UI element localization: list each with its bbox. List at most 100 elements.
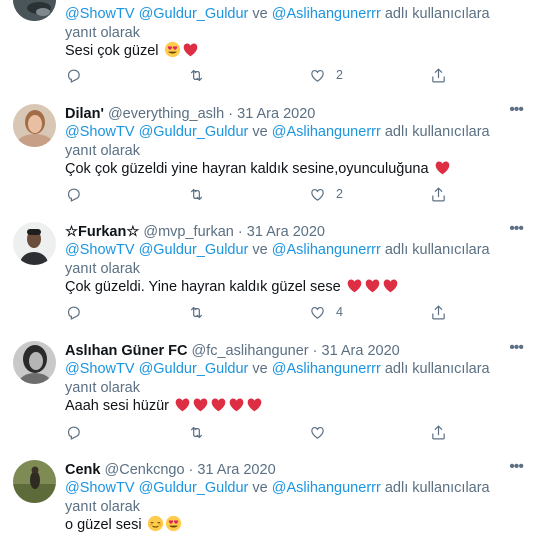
mention-link[interactable]: @Guldur_Guldur <box>139 6 249 22</box>
display-name[interactable]: Aslıhan Güner FC <box>65 343 187 359</box>
avatar[interactable] <box>13 460 56 503</box>
tweet-date[interactable]: 31 Ara 2020 <box>237 106 315 122</box>
tweet-text-content: Çok çok güzeldi yine hayran kaldık sesin… <box>65 161 429 177</box>
mention-link[interactable]: @Aslihangunerrr <box>272 242 381 258</box>
tweet-text: Aaah sesi hüzür <box>65 396 263 416</box>
mention-link[interactable]: @Guldur_Guldur <box>139 361 249 377</box>
tweet-text-content: Sesi çok güzel <box>65 43 159 59</box>
like-count: 2 <box>336 68 343 82</box>
separator-dot: · <box>312 343 318 359</box>
conjunction: ve <box>252 361 268 377</box>
share-button[interactable] <box>430 185 447 203</box>
retweet-icon <box>190 306 203 318</box>
more-options-icon[interactable]: ••• <box>509 101 524 119</box>
reply-button[interactable] <box>65 185 92 203</box>
user-handle[interactable]: @everything_aslh <box>108 106 224 122</box>
share-button[interactable] <box>430 303 447 321</box>
share-icon <box>432 305 445 319</box>
retweet-button[interactable] <box>188 66 215 84</box>
red-heart-emoji <box>434 159 451 176</box>
reply-icon <box>67 69 80 83</box>
mention-link[interactable]: @ShowTV <box>65 242 135 258</box>
like-button[interactable]: 2 <box>309 66 343 84</box>
like-icon <box>311 306 324 319</box>
tweet-actions: 2 <box>65 66 465 84</box>
reply-button[interactable] <box>65 303 92 321</box>
more-options-icon[interactable]: ••• <box>509 339 524 357</box>
like-icon <box>311 69 324 82</box>
tweet[interactable]: @ShowTV @Guldur_Guldur ve @Aslihangunerr… <box>0 0 537 94</box>
more-options-icon[interactable]: ••• <box>509 458 524 476</box>
reply-button[interactable] <box>65 66 92 84</box>
mention-link[interactable]: @Guldur_Guldur <box>139 242 249 258</box>
display-name[interactable]: Cenk <box>65 462 100 478</box>
tweet[interactable]: ☆Furkan☆ @mvp_furkan · 31 Ara 2020 ••• @… <box>0 211 537 331</box>
tweet-date[interactable]: 31 Ara 2020 <box>322 343 400 359</box>
mention-link[interactable]: @ShowTV <box>65 124 135 140</box>
tweet[interactable]: Aslıhan Güner FC @fc_aslihanguner · 31 A… <box>0 330 537 450</box>
avatar[interactable] <box>13 0 56 21</box>
share-button[interactable] <box>430 66 447 84</box>
red-heart-emoji <box>210 396 227 413</box>
conjunction: ve <box>252 6 268 22</box>
mention-link[interactable]: @Aslihangunerrr <box>272 124 381 140</box>
tweet-text: o güzel sesi <box>65 515 182 535</box>
mention-link[interactable]: @ShowTV <box>65 480 135 496</box>
heart-eyes-emoji <box>165 515 182 532</box>
conjunction: ve <box>252 124 268 140</box>
reply-context: @ShowTV @Guldur_Guldur ve @Aslihangunerr… <box>65 5 510 43</box>
user-handle[interactable]: @mvp_furkan <box>143 224 233 240</box>
like-icon <box>311 426 324 439</box>
red-heart-emoji <box>382 277 399 294</box>
reply-button[interactable] <box>65 423 92 441</box>
display-name[interactable]: ☆Furkan☆ <box>65 224 139 240</box>
tweet-date[interactable]: 31 Ara 2020 <box>197 462 275 478</box>
tweet[interactable]: Cenk @Cenkcngo · 31 Ara 2020 ••• @ShowTV… <box>0 449 537 541</box>
tweet-text: Çok çok güzeldi yine hayran kaldık sesin… <box>65 159 451 179</box>
reply-context: @ShowTV @Guldur_Guldur ve @Aslihangunerr… <box>65 360 510 398</box>
like-count: 4 <box>336 305 343 319</box>
mention-link[interactable]: @ShowTV <box>65 6 135 22</box>
red-heart-emoji <box>364 277 381 294</box>
retweet-icon <box>190 426 203 438</box>
share-icon <box>432 68 445 82</box>
reply-icon <box>67 426 80 440</box>
avatar[interactable] <box>13 222 56 265</box>
red-heart-emoji <box>182 41 199 58</box>
more-options-icon[interactable]: ••• <box>509 220 524 238</box>
mention-link[interactable]: @Aslihangunerrr <box>272 6 381 22</box>
mention-link[interactable]: @Guldur_Guldur <box>139 480 249 496</box>
tweet-text: Sesi çok güzel <box>65 41 199 61</box>
relieved-face-emoji <box>147 515 164 532</box>
mention-link[interactable]: @Aslihangunerrr <box>272 361 381 377</box>
display-name[interactable]: Dilan' <box>65 106 104 122</box>
like-button[interactable]: 4 <box>309 303 343 321</box>
tweet[interactable]: Dilan' @everything_aslh · 31 Ara 2020 ••… <box>0 93 537 212</box>
user-handle[interactable]: @fc_aslihanguner <box>192 343 309 359</box>
tweet-actions: 4 <box>65 303 465 321</box>
share-button[interactable] <box>430 423 447 441</box>
reply-context: @ShowTV @Guldur_Guldur ve @Aslihangunerr… <box>65 241 510 279</box>
mention-link[interactable]: @Aslihangunerrr <box>272 480 381 496</box>
like-button[interactable] <box>309 423 336 441</box>
retweet-button[interactable] <box>188 303 215 321</box>
tweet-date[interactable]: 31 Ara 2020 <box>247 224 325 240</box>
retweet-button[interactable] <box>188 423 215 441</box>
mention-link[interactable]: @Guldur_Guldur <box>139 124 249 140</box>
avatar[interactable] <box>13 341 56 384</box>
retweet-icon <box>190 69 203 81</box>
retweet-button[interactable] <box>188 185 215 203</box>
tweet-actions <box>65 423 465 441</box>
tweet-text-content: Aaah sesi hüzür <box>65 398 169 414</box>
tweet-header: ☆Furkan☆ @mvp_furkan · 31 Ara 2020 <box>65 223 325 241</box>
tweet-header: Cenk @Cenkcngo · 31 Ara 2020 <box>65 461 276 479</box>
tweet-text: Çok güzeldi. Yine hayran kaldık güzel se… <box>65 277 399 297</box>
red-heart-emoji <box>228 396 245 413</box>
mention-link[interactable]: @ShowTV <box>65 361 135 377</box>
like-button[interactable]: 2 <box>309 185 343 203</box>
tweet-actions: 2 <box>65 185 465 203</box>
heart-eyes-emoji <box>164 41 181 58</box>
user-handle[interactable]: @Cenkcngo <box>105 462 185 478</box>
avatar[interactable] <box>13 104 56 147</box>
separator-dot: · <box>188 462 194 478</box>
